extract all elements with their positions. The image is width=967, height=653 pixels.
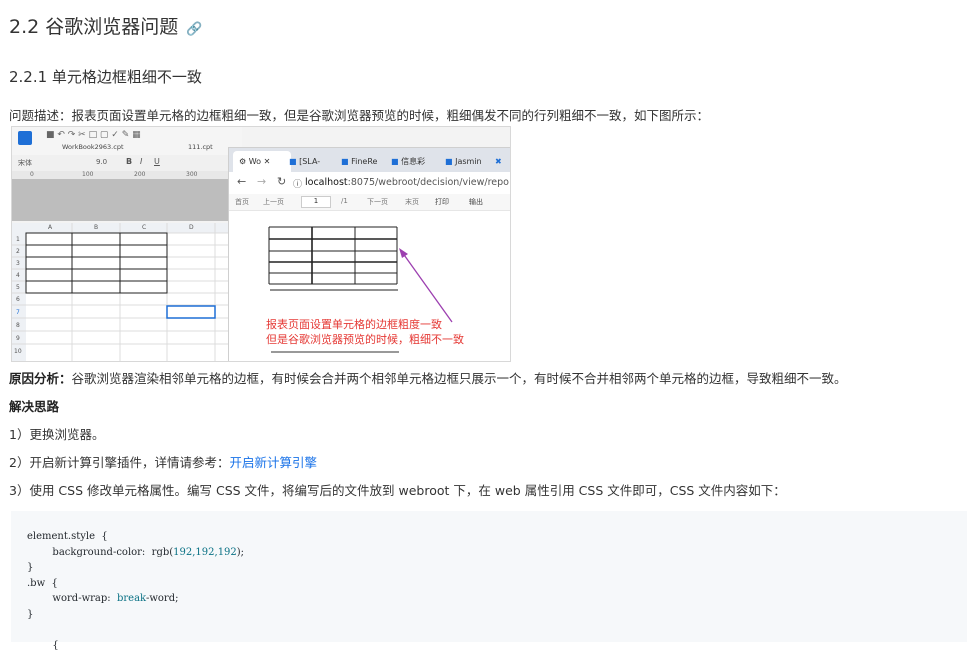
css-code: element.style { background-color: rgb(19… xyxy=(27,531,245,651)
subsection-heading: 2.2.1 单元格边框粗细不一致 xyxy=(9,68,202,86)
example-screenshot: ■ ↶ ↷ ✂ □ ▢ ✓ ✎ ▦ WorkBook2963.cpt 111.c… xyxy=(11,126,511,362)
step-2: 2）开启新计算引擎插件，详情请参考：开启新计算引擎 xyxy=(9,452,317,471)
arrow-head-icon xyxy=(399,248,408,258)
code-block: element.style { background-color: rgb(19… xyxy=(11,511,967,651)
annotation-arrow xyxy=(401,251,453,323)
analysis-text: 谷歌浏览器渲染相邻单元格的边框，有时候会合并两个相邻单元格边框只展示一个，有时候… xyxy=(71,371,847,386)
new-engine-link[interactable]: 开启新计算引擎 xyxy=(229,455,317,470)
step-1: 1）更换浏览器。 xyxy=(9,427,105,442)
step-2-text: 2）开启新计算引擎插件，详情请参考： xyxy=(9,455,230,470)
section-heading: 2.2 谷歌浏览器问题 🔗 xyxy=(9,12,202,39)
problem-description: 问题描述：报表页面设置单元格的边框粗细一致，但是谷歌浏览器预览的时候，粗细偶发不… xyxy=(9,108,710,123)
link-icon[interactable]: 🔗 xyxy=(186,22,202,37)
annotation-line-2: 但是谷歌浏览器预览的时候，粗细不一致 xyxy=(266,333,464,346)
cause-analysis: 原因分析：谷歌浏览器渲染相邻单元格的边框，有时候会合并两个相邻单元格边框只展示一… xyxy=(9,368,847,387)
step-3: 3）使用 CSS 修改单元格属性。编写 CSS 文件，将编写后的文件放到 web… xyxy=(9,483,786,498)
solution-title: 解决思路 xyxy=(9,399,60,414)
annotation-line-1: 报表页面设置单元格的边框粗度一致 xyxy=(266,318,442,331)
section-title: 2.2 谷歌浏览器问题 xyxy=(9,16,179,38)
analysis-label: 原因分析： xyxy=(9,371,72,386)
